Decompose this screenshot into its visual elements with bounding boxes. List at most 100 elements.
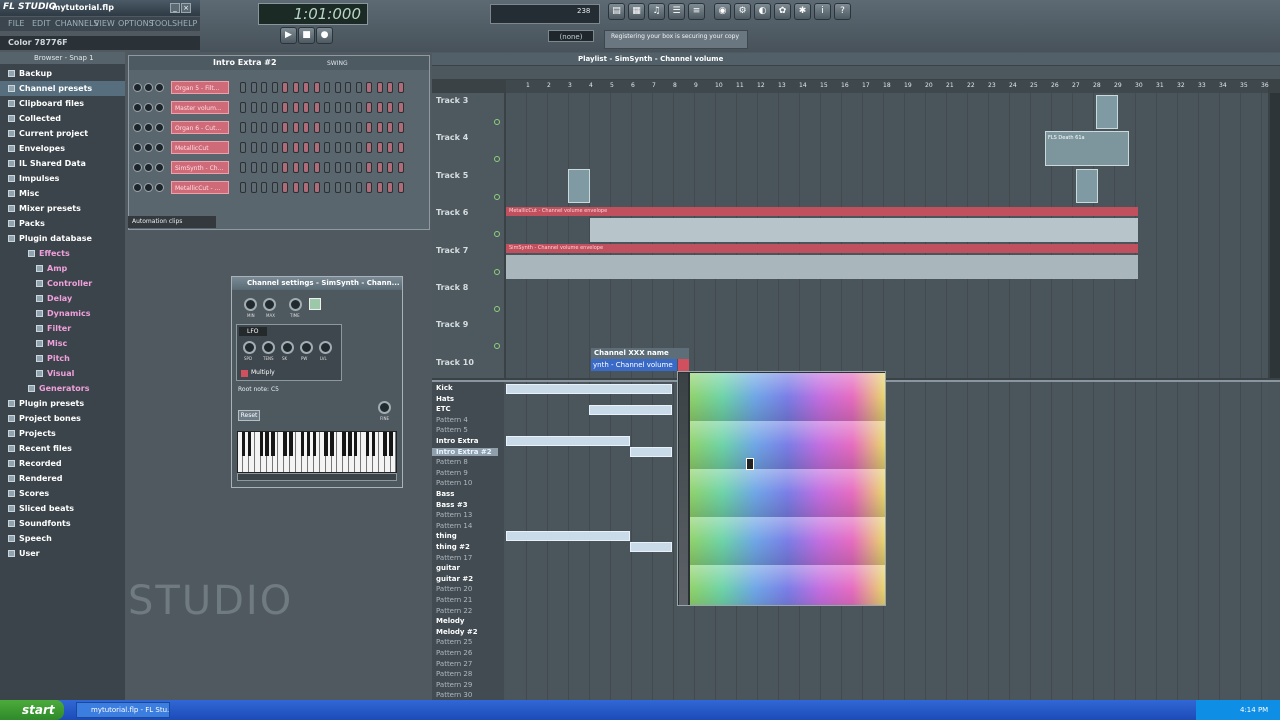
channel-knob[interactable]	[155, 103, 164, 112]
track-enable-led[interactable]	[494, 193, 500, 200]
pattern-item[interactable]: Pattern 14	[436, 522, 472, 530]
channel-knob[interactable]	[133, 103, 142, 112]
step-button[interactable]	[313, 102, 320, 113]
step-button[interactable]	[345, 162, 351, 173]
pattern-item[interactable]: Pattern 29	[436, 681, 472, 689]
pattern-item[interactable]: Melody #2	[436, 628, 478, 636]
step-button[interactable]	[282, 102, 288, 113]
channel-knob[interactable]	[144, 143, 153, 152]
channel-knob[interactable]	[155, 163, 164, 172]
pattern-block[interactable]	[630, 542, 672, 552]
step-button[interactable]	[397, 102, 404, 113]
browser-item[interactable]: Soundfonts	[0, 516, 125, 531]
step-button[interactable]	[313, 82, 320, 93]
black-key[interactable]	[330, 432, 334, 456]
step-button[interactable]	[355, 142, 362, 153]
help-icon[interactable]: ?	[834, 3, 851, 20]
step-button[interactable]	[345, 182, 351, 193]
browser-item[interactable]: Impulses	[0, 171, 125, 186]
browser-item[interactable]: Pitch	[0, 351, 125, 366]
audio-clip[interactable]	[1096, 95, 1118, 129]
step-button[interactable]	[313, 142, 320, 153]
black-key[interactable]	[306, 432, 311, 456]
browser-item[interactable]: IL Shared Data	[0, 156, 125, 171]
channel-knob[interactable]	[133, 123, 142, 132]
step-button[interactable]	[334, 102, 341, 113]
browser-item[interactable]: Channel presets	[0, 81, 125, 96]
pattern-grid[interactable]	[506, 382, 1268, 702]
black-key[interactable]	[342, 432, 346, 456]
black-key[interactable]	[259, 432, 263, 456]
step-button[interactable]	[292, 122, 299, 133]
reset-button[interactable]: Reset	[238, 410, 260, 421]
browser-item[interactable]: Projects	[0, 426, 125, 441]
record-button[interactable]: ●	[316, 27, 333, 44]
browser-item[interactable]: Plugin presets	[0, 396, 125, 411]
pattern-item[interactable]: Pattern 30	[436, 691, 472, 699]
browser-item[interactable]: Effects	[0, 246, 125, 261]
step-button[interactable]	[303, 142, 309, 153]
step-button[interactable]	[292, 82, 299, 93]
pattern-block[interactable]	[589, 405, 672, 415]
pattern-item[interactable]: guitar	[436, 564, 460, 572]
step-button[interactable]	[355, 182, 362, 193]
color-palette[interactable]	[677, 371, 886, 606]
automation-clip-track6[interactable]: MetallicCut - Channel volume envelope	[506, 207, 1138, 216]
browser-item[interactable]: Project bones	[0, 411, 125, 426]
pattern-block[interactable]	[630, 447, 672, 457]
menu-tools[interactable]: TOOLS	[150, 19, 177, 28]
black-key[interactable]	[271, 432, 275, 456]
step-button[interactable]	[376, 82, 383, 93]
audio-clip-flsdeath[interactable]: FLS Death 61a	[1045, 131, 1129, 166]
channel-knob[interactable]	[133, 163, 142, 172]
info-icon[interactable]: i	[814, 3, 831, 20]
minimize-button[interactable]: _	[170, 3, 180, 13]
browser-item[interactable]: Backup	[0, 66, 125, 81]
step-button[interactable]	[387, 142, 393, 153]
browser-item[interactable]: Misc	[0, 186, 125, 201]
pattern-item[interactable]: Pattern 26	[436, 649, 472, 657]
channel-knob[interactable]	[144, 183, 153, 192]
step-button[interactable]	[387, 122, 393, 133]
automation-clip-track7[interactable]: SimSynth - Channel volume envelope	[506, 244, 1138, 253]
menu-file[interactable]: FILE	[8, 19, 24, 28]
color-swatch[interactable]	[678, 359, 689, 371]
step-button[interactable]	[240, 82, 246, 93]
palette-strip[interactable]	[679, 373, 688, 605]
step-button[interactable]	[387, 102, 393, 113]
step-button[interactable]	[324, 102, 330, 113]
channel-button[interactable]: MetallicCut	[171, 141, 229, 154]
pattern-item[interactable]: Intro Extra	[436, 437, 478, 445]
step-button[interactable]	[313, 122, 320, 133]
piano-scrollbar[interactable]	[237, 473, 397, 481]
browser-item[interactable]: Collected	[0, 111, 125, 126]
browser-item[interactable]: Plugin database	[0, 231, 125, 246]
browser-item[interactable]: Delay	[0, 291, 125, 306]
step-button[interactable]	[366, 122, 372, 133]
browser-item[interactable]: Controller	[0, 276, 125, 291]
audio-clip[interactable]	[1076, 169, 1098, 203]
step-button[interactable]	[303, 182, 309, 193]
channel-knob[interactable]	[144, 163, 153, 172]
step-button[interactable]	[355, 82, 362, 93]
browser-item[interactable]: Envelopes	[0, 141, 125, 156]
step-button[interactable]	[292, 182, 299, 193]
step-button[interactable]	[376, 122, 383, 133]
pattern-item[interactable]: Hats	[436, 395, 454, 403]
playlist-ruler[interactable]: 1 2 3 4 5 6 7 8 9 10 11 12 13 14 15 16 17 18 19 20 21 22 23 24 2…	[506, 80, 1269, 93]
channel-knob[interactable]	[155, 123, 164, 132]
step-button[interactable]	[345, 142, 351, 153]
pattern-item[interactable]: thing	[436, 532, 457, 540]
browser-window-icon[interactable]: ☰	[668, 3, 685, 20]
black-key[interactable]	[365, 432, 370, 456]
track-enable-led[interactable]	[494, 156, 500, 163]
close-button[interactable]: ×	[181, 3, 191, 13]
step-button[interactable]	[282, 162, 288, 173]
context-menu-selected[interactable]: ynth - Channel volume	[591, 359, 677, 371]
max-knob[interactable]	[263, 298, 276, 311]
channel-knob[interactable]	[133, 83, 142, 92]
step-button[interactable]	[282, 142, 288, 153]
step-seq-window-icon[interactable]: ▦	[628, 3, 645, 20]
black-key[interactable]	[265, 432, 269, 456]
step-button[interactable]	[376, 162, 383, 173]
